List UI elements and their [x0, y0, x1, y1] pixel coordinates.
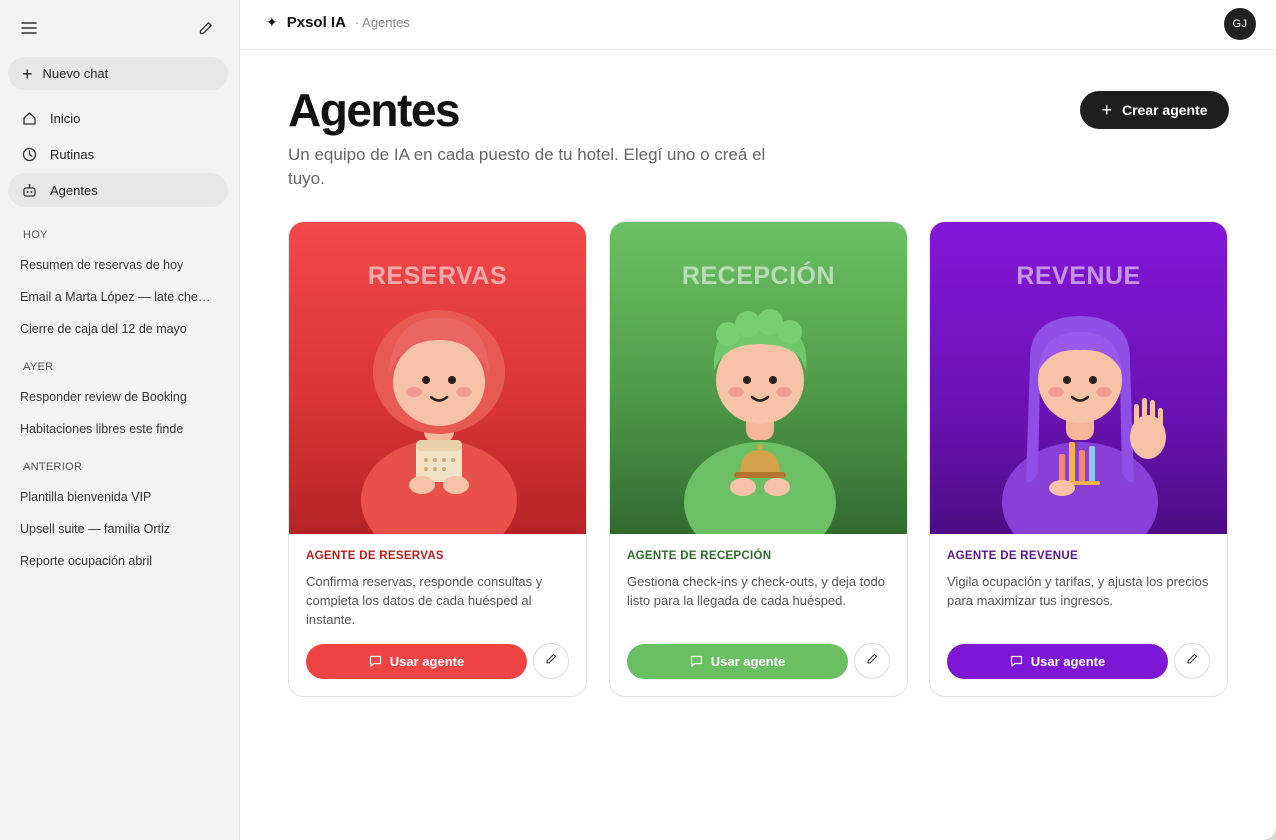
- agent-label: AGENTE DE REVENUE: [947, 550, 1078, 562]
- agent-actions: Usar agente: [306, 643, 569, 679]
- use-agent-button[interactable]: Usar agente: [947, 643, 1168, 679]
- sidebar-header: [19, 17, 215, 39]
- plus-icon: +: [22, 63, 33, 84]
- sidebar-item-label: Inicio: [50, 110, 81, 126]
- history-item[interactable]: Cierre de caja del 12 de mayo: [20, 322, 220, 336]
- page-title: Agentes: [288, 84, 460, 136]
- agent-actions: Usar agente: [627, 643, 890, 679]
- pencil-icon: [866, 652, 878, 670]
- agent-description: Confirma reservas, responde consultas y …: [306, 574, 543, 627]
- avatar[interactable]: GJ: [1224, 8, 1256, 40]
- breadcrumb: · Agentes: [354, 15, 410, 30]
- home-icon: [21, 110, 37, 126]
- agent-hero: RECEPCIÓN: [610, 222, 907, 534]
- sidebar-item-inicio[interactable]: Inicio: [8, 101, 228, 135]
- agent-description: Gestiona check-ins y check-outs, y deja …: [627, 574, 885, 608]
- create-agent-label: Crear agente: [1121, 102, 1208, 118]
- sidebar: + Nuevo chat Inicio Rutinas Agentes HOY …: [0, 0, 240, 840]
- robot-icon: [21, 182, 37, 198]
- compose-icon[interactable]: [195, 18, 215, 38]
- agent-card-recepcion: RECEPCIÓN AGENTE DE RECEPCIÓN Gestiona c…: [609, 221, 908, 697]
- create-agent-button[interactable]: + Crear agente: [1080, 91, 1229, 129]
- sidebar-item-rutinas[interactable]: Rutinas: [8, 137, 228, 171]
- agent-description: Vigila ocupación y tarifas, y ajusta los…: [947, 574, 1209, 608]
- agent-label: AGENTE DE RESERVAS: [306, 550, 444, 562]
- agent-card-revenue: REVENUE AGENTE DE REVENUE Vigila ocupaci…: [929, 221, 1228, 697]
- clock-icon: [21, 146, 37, 162]
- sparkle-icon: ✦: [266, 14, 278, 30]
- plus-icon: +: [1101, 100, 1112, 120]
- agent-hero: RESERVAS: [289, 222, 586, 534]
- agent-hero: REVENUE: [930, 222, 1227, 534]
- new-chat-label: Nuevo chat: [42, 66, 109, 81]
- edit-agent-button[interactable]: [854, 643, 890, 679]
- agent-hero-title: RECEPCIÓN: [681, 262, 836, 290]
- top-bar: ✦ Pxsol IA · Agentes GJ: [240, 0, 1276, 50]
- sidebar-item-agentes[interactable]: Agentes: [8, 173, 228, 207]
- page-subtitle: Un equipo de IA en cada puesto de tu hot…: [288, 145, 766, 188]
- new-chat-button[interactable]: + Nuevo chat: [8, 57, 228, 90]
- sidebar-item-label: Agentes: [50, 182, 98, 198]
- section-label-anterior: ANTERIOR: [23, 461, 83, 473]
- chat-bubble-icon: [369, 655, 382, 667]
- agent-card-reservas: RESERVAS AGENTE DE RESERVAS Confirma res…: [288, 221, 587, 697]
- main-content: ✦ Pxsol IA · Agentes GJ Agentes Un equip…: [240, 0, 1276, 840]
- section-label-ayer: AYER: [23, 361, 54, 373]
- history-item[interactable]: Responder review de Booking: [20, 390, 220, 404]
- edit-agent-button[interactable]: [533, 643, 569, 679]
- use-agent-label: Usar agente: [710, 653, 786, 669]
- pencil-icon: [1186, 652, 1198, 670]
- agent-hero-title: REVENUE: [1016, 262, 1141, 290]
- use-agent-label: Usar agente: [1030, 653, 1106, 669]
- menu-icon[interactable]: [19, 18, 39, 38]
- brand-name: Pxsol IA: [286, 14, 346, 31]
- agent-label: AGENTE DE RECEPCIÓN: [627, 550, 772, 562]
- history-item[interactable]: Reporte ocupación abril: [20, 554, 220, 568]
- history-item[interactable]: Email a Marta López — late check-out: [20, 290, 215, 304]
- history-item[interactable]: Upsell suite — familia Ortiz: [20, 522, 220, 536]
- use-agent-button[interactable]: Usar agente: [306, 643, 527, 679]
- use-agent-label: Usar agente: [389, 653, 465, 669]
- history-item[interactable]: Resumen de reservas de hoy: [20, 258, 220, 272]
- section-label-hoy: HOY: [23, 229, 48, 241]
- edit-agent-button[interactable]: [1174, 643, 1210, 679]
- agent-actions: Usar agente: [947, 643, 1210, 679]
- sidebar-item-label: Rutinas: [50, 146, 95, 162]
- chat-bubble-icon: [690, 655, 703, 667]
- use-agent-button[interactable]: Usar agente: [627, 643, 848, 679]
- brand: ✦ Pxsol IA · Agentes: [266, 14, 410, 31]
- history-item[interactable]: Habitaciones libres este finde: [20, 422, 220, 436]
- agent-hero-title: RESERVAS: [367, 262, 508, 290]
- history-item[interactable]: Plantilla bienvenida VIP: [20, 490, 220, 504]
- pencil-icon: [545, 652, 557, 670]
- app-window: + Nuevo chat Inicio Rutinas Agentes HOY …: [0, 0, 1276, 840]
- chat-bubble-icon: [1010, 655, 1023, 667]
